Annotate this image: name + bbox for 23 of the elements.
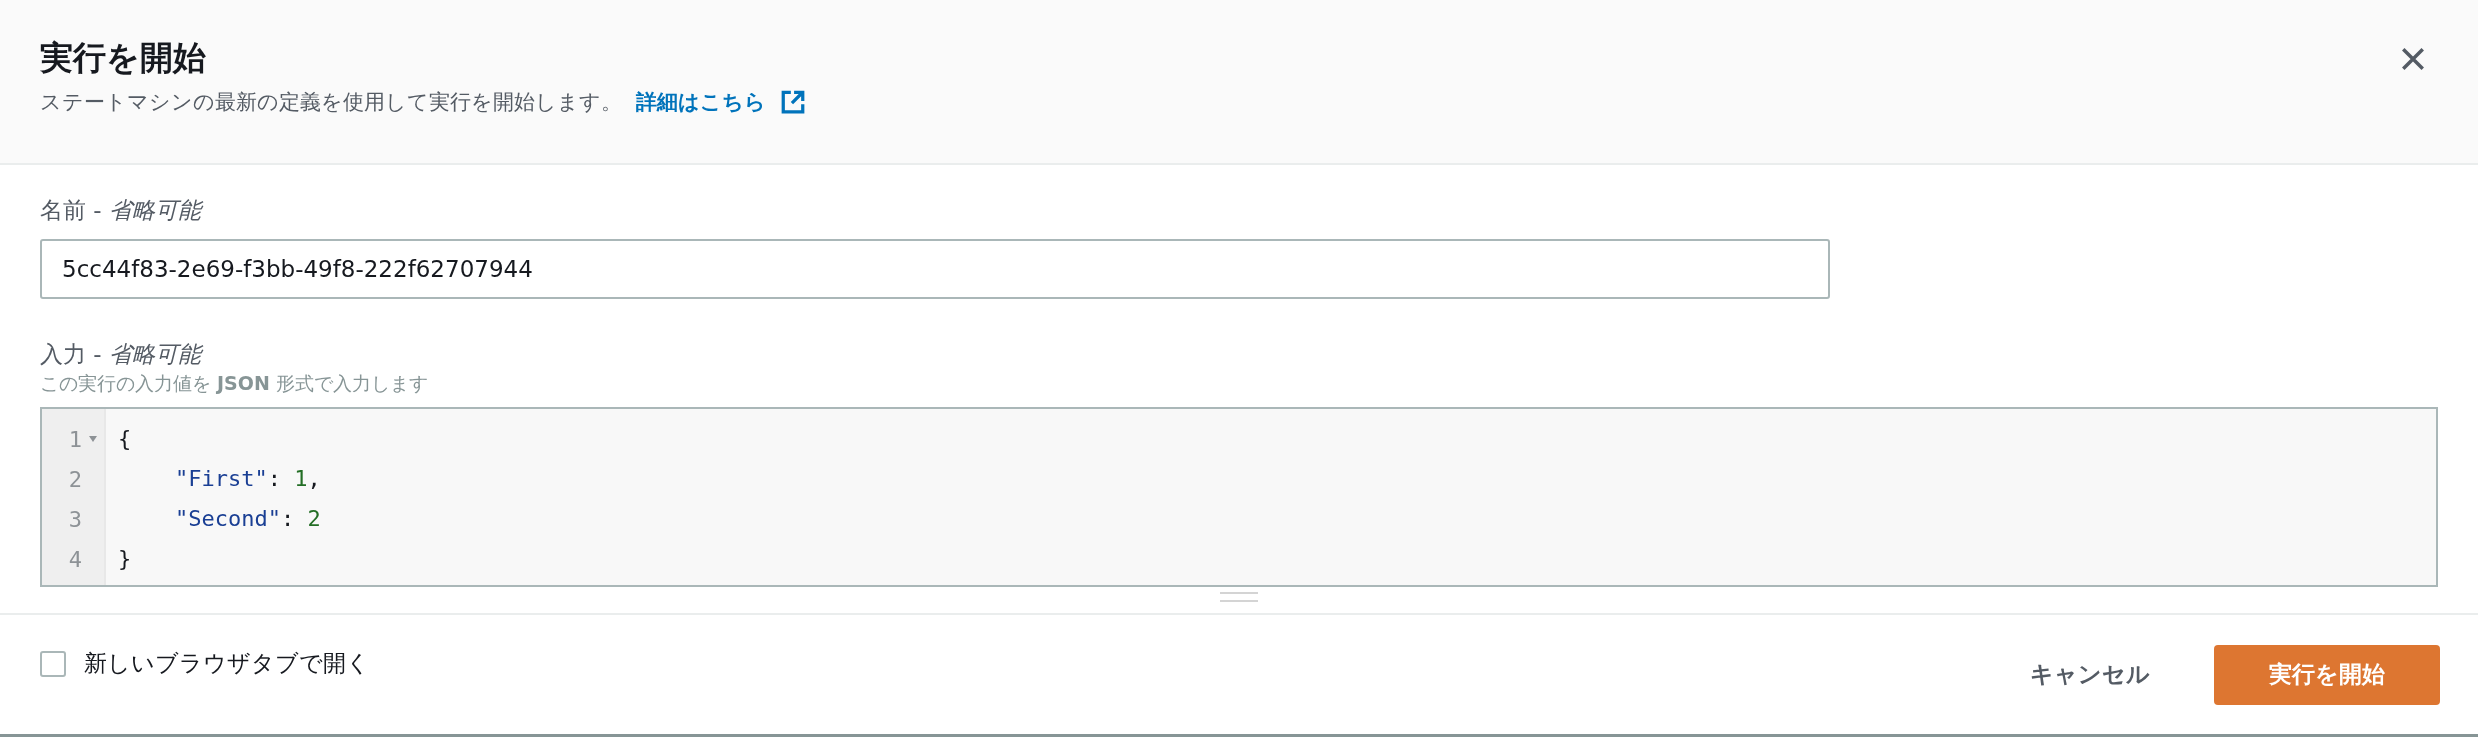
fold-arrow-icon[interactable] [88, 434, 98, 444]
resize-handle-icon[interactable] [1220, 591, 1258, 603]
code-line: { [118, 425, 133, 453]
field-label: 名前 - 省略可能 [40, 195, 2438, 225]
close-icon[interactable] [2400, 46, 2426, 72]
line-number: 4 [68, 546, 82, 572]
checkbox[interactable] [40, 650, 66, 677]
line-number: 3 [68, 506, 82, 532]
code-line: "First": 1, [174, 465, 321, 493]
line-number: 2 [68, 466, 82, 492]
code-editor[interactable]: 1 2 3 4 { "First": 1, "Second": 2 } [40, 407, 2438, 587]
code-line: "Second": 2 [174, 505, 321, 533]
external-link-icon [780, 89, 806, 115]
checkbox-label: 新しいブラウザタブで開く [84, 649, 370, 678]
field-hint: この実行の入力値を JSON 形式で入力します [40, 371, 429, 396]
cancel-button[interactable]: キャンセル [2010, 649, 2170, 700]
code-line: } [118, 545, 133, 573]
learn-more-link[interactable]: 詳細はこちら [636, 88, 766, 116]
name-input[interactable]: 5cc44f83-2e69-f3bb-49f8-222f62707944 [40, 239, 1830, 299]
line-number: 1 [68, 426, 82, 452]
dialog-title: 実行を開始 [40, 37, 207, 79]
field-label: 入力 - 省略可能 [40, 339, 2438, 369]
dialog-description: ステートマシンの最新の定義を使用して実行を開始します。 [40, 89, 622, 116]
